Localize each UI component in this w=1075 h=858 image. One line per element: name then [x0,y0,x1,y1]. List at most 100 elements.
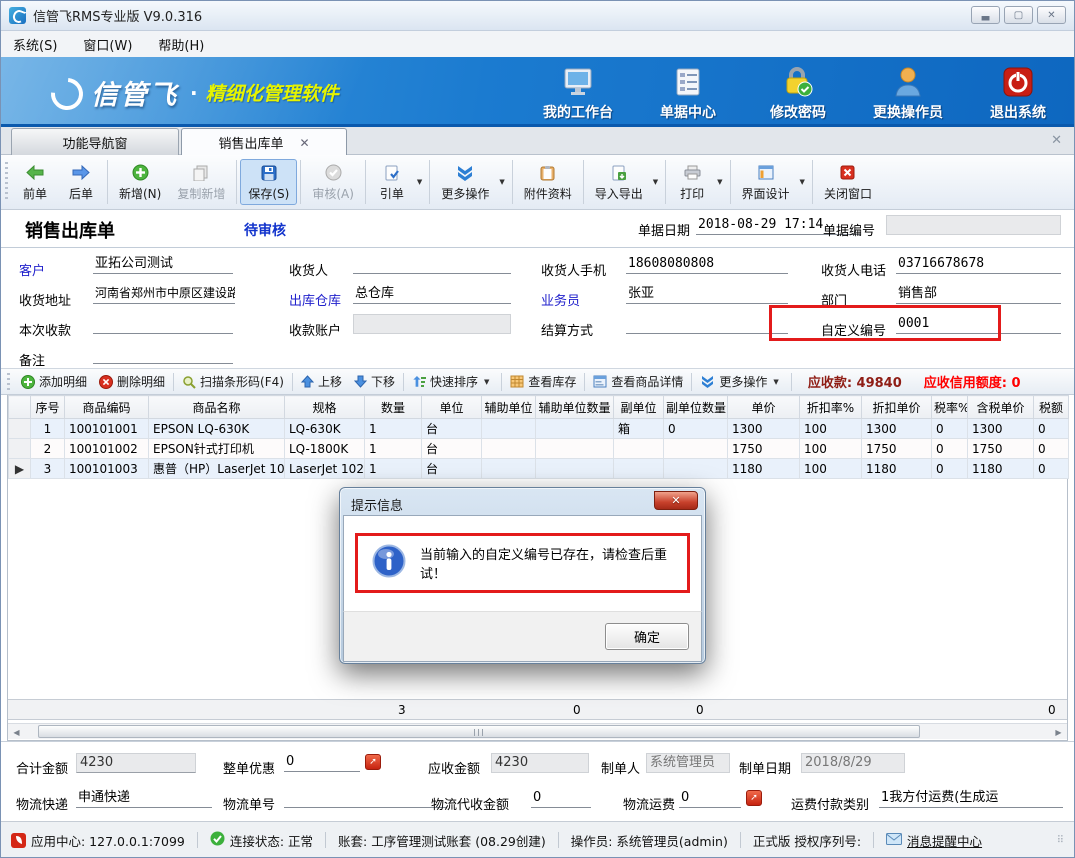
chevron-down-icon[interactable]: ▼ [499,178,504,186]
tab-sales-outbound-order[interactable]: 销售出库单 ✕ [181,128,347,156]
move-down-button[interactable]: 下移 [348,370,401,393]
chevron-down-icon[interactable]: ▼ [800,178,805,186]
save-floppy-icon [261,163,277,183]
brand-slogan: 精细化管理软件 [206,79,339,106]
delete-detail-button[interactable]: 删除明细 [93,370,171,393]
exit-system-button[interactable]: 退出系统 [976,65,1060,122]
settlement-label: 结算方式 [541,320,593,339]
custom-no-label: 自定义编号 [821,320,886,339]
scan-barcode-button[interactable]: 扫描条形码(F4) [176,370,290,393]
copy-new-button[interactable]: 复制新增 [169,159,233,205]
resize-grip[interactable]: ⠿ [1057,835,1064,846]
scroll-left-icon[interactable]: ◀ [9,725,24,739]
import-export-button[interactable]: 导入导出 [587,159,651,205]
dialog-close-button[interactable]: ✕ [654,491,698,510]
grid-header-row: 序号 商品编码 商品名称 规格 数量 单位 辅助单位 辅助单位数量 副单位 副单… [9,396,1069,419]
move-up-button[interactable]: 上移 [295,370,348,393]
my-workbench-button[interactable]: 我的工作台 [536,65,620,122]
new-button[interactable]: 新增(N) [111,159,169,205]
logistics-cod-field[interactable]: 0 [531,788,591,808]
scroll-right-icon[interactable]: ▶ [1051,725,1066,739]
remark-field[interactable] [93,344,233,364]
total-amount-label: 合计金额 [16,758,68,777]
save-button[interactable]: 保存(S) [240,159,297,205]
row-selector[interactable] [9,419,31,439]
logistics-fee-field[interactable]: 0 [679,788,741,808]
tab-close-icon[interactable]: ✕ [299,136,309,150]
toolbar-grip [5,162,8,202]
close-window-button[interactable]: 关闭窗口 [816,159,880,205]
department-field[interactable]: 销售部 [896,284,1061,304]
minimize-button[interactable]: ▃ [971,6,1000,24]
logistics-fee-label: 物流运费 [623,794,675,813]
next-doc-button[interactable]: 后单 [58,159,104,205]
qty-total: 3 [398,703,406,717]
chevron-down-icon[interactable]: ▼ [717,178,722,186]
tabstrip-close-icon[interactable]: ✕ [1051,133,1062,148]
view-stock-button[interactable]: 查看库存 [504,370,582,393]
scrollbar-thumb[interactable] [38,725,920,738]
address-field[interactable]: 河南省郑州市中原区建设路 [93,284,235,304]
arrow-left-icon [26,163,44,183]
consignee-mobile-field[interactable]: 18608080808 [626,254,788,274]
order-discount-edit-button[interactable]: ➚ [365,754,381,770]
dialog-ok-button[interactable]: 确定 [605,623,689,650]
ui-design-button[interactable]: 界面设计 [734,159,798,205]
settlement-field[interactable] [626,314,788,334]
payment-now-label: 本次收款 [19,320,71,339]
chevron-down-icon[interactable]: ▼ [653,178,658,186]
menu-window[interactable]: 窗口(W) [83,35,132,54]
close-button[interactable]: ✕ [1037,6,1066,24]
attachments-button[interactable]: 附件资料 [516,159,580,205]
sort-icon [412,375,426,388]
switch-operator-user-icon [891,65,925,99]
detail-toolbar: 添加明细 删除明细 扫描条形码(F4) 上移 下移 快速排序 ▼ 查看库 [1,368,1074,395]
horizontal-scrollbar[interactable]: ◀ ▶ [8,723,1067,739]
consignee-field[interactable] [353,254,511,274]
switch-operator-button[interactable]: 更换操作员 [866,65,950,122]
doc-date-label: 单据日期 [638,220,690,239]
logistics-no-field[interactable] [284,788,446,808]
payment-now-field[interactable] [93,314,233,334]
grid-row[interactable]: 2 100101002 EPSON针式打印机 LQ-1800K 1 台 1750… [9,439,1069,459]
menu-help[interactable]: 帮助(H) [158,35,204,54]
toolbar: 前单 后单 新增(N) 复制新增 保存(S) 审核(A) 引单 [1,155,1074,210]
pull-doc-button[interactable]: 引单 [369,159,415,205]
tab-function-navigator[interactable]: 功能导航窗 [11,128,179,155]
message-center-link[interactable]: 消息提醒中心 [886,831,982,850]
add-detail-button[interactable]: 添加明细 [15,370,93,393]
quick-sort-button[interactable]: 快速排序 ▼ [406,370,499,393]
consignee-phone-label: 收货人电话 [821,260,886,279]
logistics-fee-edit-button[interactable]: ➚ [746,790,762,806]
audit-status-badge: 待审核 [244,220,286,240]
warehouse-label[interactable]: 出库仓库 [289,290,341,309]
audit-button[interactable]: 审核(A) [304,159,362,205]
maximize-button[interactable]: ▢ [1004,6,1033,24]
salesman-label[interactable]: 业务员 [541,290,580,309]
delete-circle-icon [99,375,113,389]
view-product-detail-button[interactable]: 查看商品详情 [587,370,689,393]
row-selector[interactable] [9,439,31,459]
document-center-button[interactable]: 单据中心 [646,65,730,122]
detail-more-actions-button[interactable]: 更多操作 ▼ [694,370,788,393]
warehouse-field[interactable]: 总仓库 [353,284,511,304]
consignee-phone-field[interactable]: 03716678678 [896,254,1061,274]
salesman-field[interactable]: 张亚 [626,284,788,304]
prev-doc-button[interactable]: 前单 [12,159,58,205]
change-password-button[interactable]: 修改密码 [756,65,840,122]
row-selector-arrow[interactable]: ▶ [9,459,31,479]
freight-type-field[interactable]: 1我方付运费(生成运 [879,788,1063,808]
customer-label[interactable]: 客户 [19,260,45,279]
more-actions-button[interactable]: 更多操作 [433,159,497,205]
chevron-down-icon[interactable]: ▼ [417,178,422,186]
menu-system[interactable]: 系统(S) [13,35,57,54]
custom-no-field[interactable]: 0001 [896,314,1061,334]
grid-row[interactable]: 1 100101001 EPSON LQ-630K LQ-630K 1 台 箱 … [9,419,1069,439]
order-discount-field[interactable]: 0 [284,752,360,772]
customer-field[interactable]: 亚拓公司测试 [93,254,233,274]
double-chevron-down-icon [700,375,715,388]
print-button[interactable]: 打印 [669,159,715,205]
grid-row-selected[interactable]: ▶ 3 100101003 惠普（HP）LaserJet 1020 LaserJ… [9,459,1069,479]
create-date-field: 2018/8/29 [801,753,905,773]
logistics-express-field[interactable]: 申通快递 [76,788,212,808]
